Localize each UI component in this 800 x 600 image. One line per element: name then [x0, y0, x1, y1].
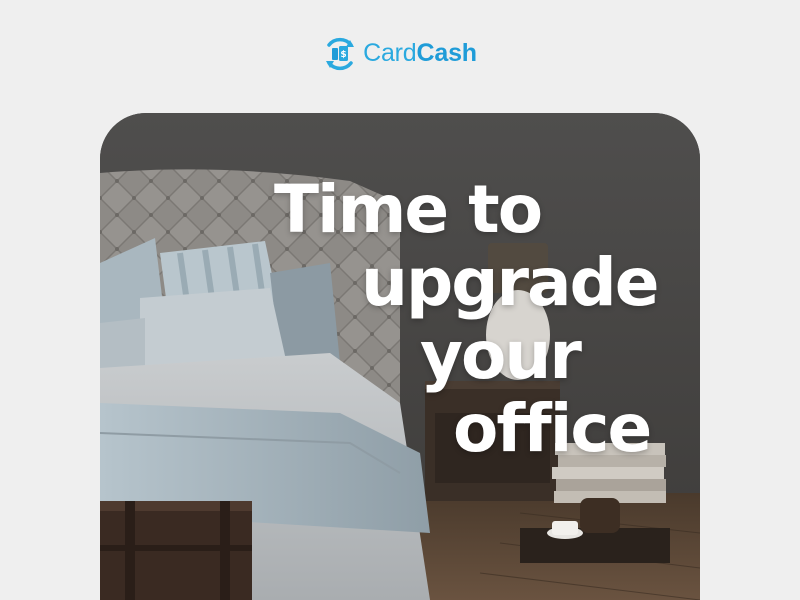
cardcash-logo-icon: $ [326, 37, 355, 70]
stack-of-books [552, 443, 666, 503]
brand-name-part2: Cash [416, 39, 478, 67]
serving-tray [520, 528, 670, 563]
svg-text:$: $ [340, 50, 346, 60]
email-header: $ CardCash [0, 0, 800, 113]
coffee-cup [552, 521, 578, 535]
hero-banner[interactable]: Time to upgrade your office [100, 113, 700, 600]
lamp-base [486, 290, 550, 380]
brand-wordmark: CardCash [363, 39, 477, 68]
bedroom-photo [100, 113, 700, 600]
leather-trunk [100, 501, 252, 600]
cardcash-logo[interactable]: $ CardCash [323, 37, 477, 71]
lamp-shade [488, 243, 548, 293]
brand-name-part1: Card [363, 39, 417, 67]
